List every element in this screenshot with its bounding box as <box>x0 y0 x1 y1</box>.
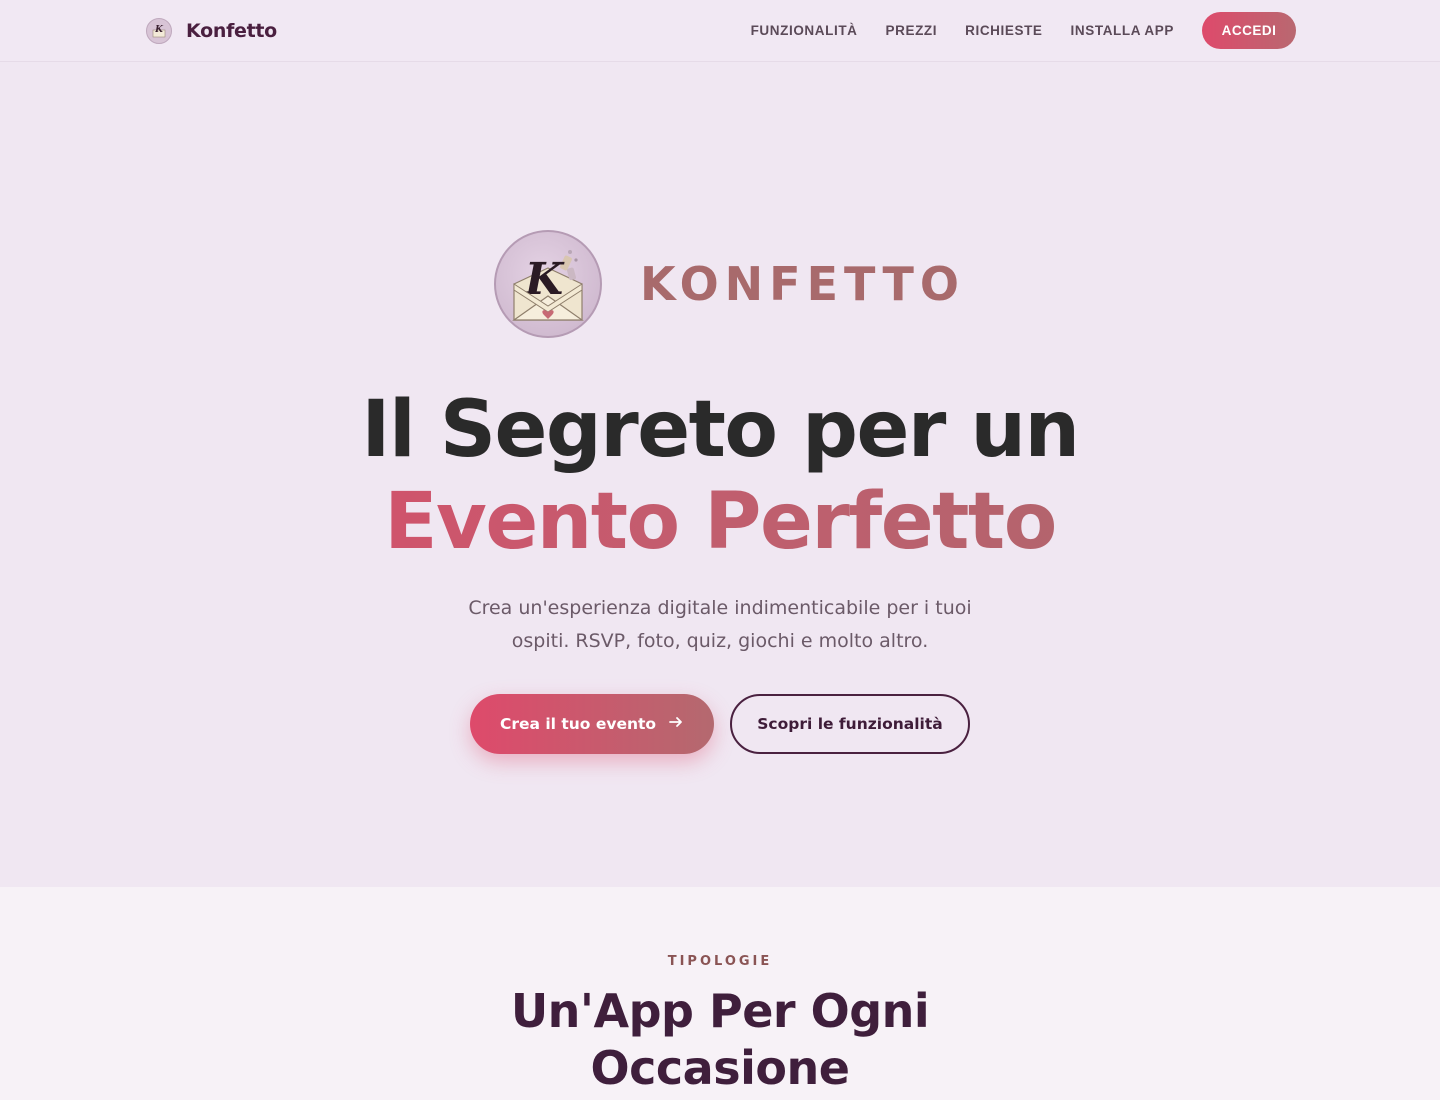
nav-link-installa-app[interactable]: INSTALLA APP <box>1071 23 1174 38</box>
nav-link-prezzi[interactable]: PREZZI <box>886 23 938 38</box>
hero-wordmark: KONFETTO <box>640 257 965 311</box>
envelope-logo-icon: K <box>494 230 602 338</box>
event-types-section: TIPOLOGIE Un'App Per Ogni Occasione <box>0 887 1440 1100</box>
discover-features-button[interactable]: Scopri le funzionalità <box>730 694 970 754</box>
arrow-right-icon <box>668 714 684 734</box>
hero-title-line1: Il Segreto per un <box>361 385 1080 475</box>
section-title: Un'App Per Ogni Occasione <box>510 984 930 1095</box>
create-event-label: Crea il tuo evento <box>499 715 657 733</box>
hero-brand: K KONFETTO <box>494 230 965 338</box>
svg-text:K: K <box>154 25 164 35</box>
hero-section: K KONFETTO Il Segreto per un Evento Perf… <box>0 62 1440 887</box>
hero-actions: Crea il tuo evento Scopri le funzionalit… <box>470 694 970 754</box>
konfetto-logo-icon: K <box>146 18 172 44</box>
login-button[interactable]: ACCEDI <box>1202 12 1296 49</box>
nav-links: FUNZIONALITÀ PREZZI RICHIESTE INSTALLA A… <box>751 12 1296 49</box>
navbar: K Konfetto FUNZIONALITÀ PREZZI RICHIESTE… <box>0 0 1440 62</box>
nav-link-funzionalita[interactable]: FUNZIONALITÀ <box>751 23 858 38</box>
brand-link[interactable]: K Konfetto <box>146 16 277 46</box>
hero-subtitle: Crea un'esperienza digitale indimenticab… <box>468 597 972 652</box>
brand-name: Konfetto <box>186 20 277 42</box>
section-eyebrow: TIPOLOGIE <box>667 954 773 969</box>
hero-title: Il Segreto per un Evento Perfetto <box>0 384 1440 568</box>
create-event-button[interactable]: Crea il tuo evento <box>470 694 714 754</box>
hero-title-line2: Evento Perfetto <box>0 476 1440 568</box>
nav-link-richieste[interactable]: RICHIESTE <box>965 23 1042 38</box>
